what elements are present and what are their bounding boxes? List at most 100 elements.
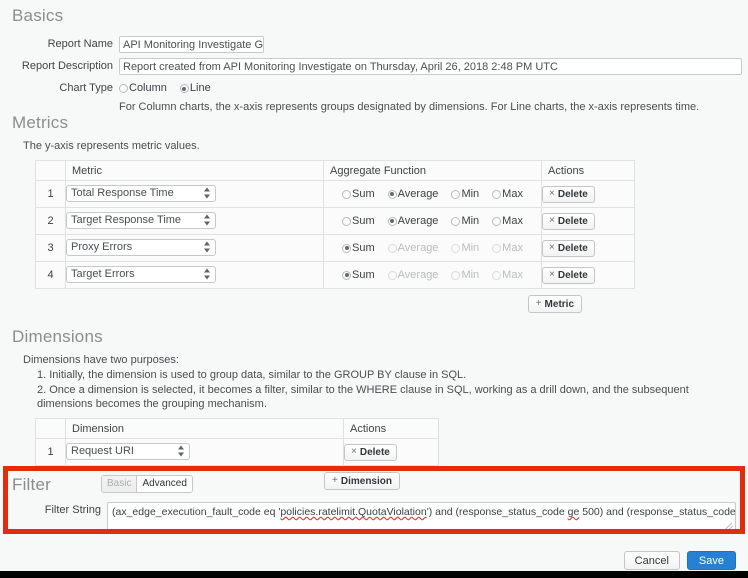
aggregate-option-min-4-label: Min	[461, 267, 479, 284]
chart-type-option-line[interactable]: Line	[180, 80, 220, 97]
radio-icon-average	[388, 271, 397, 280]
aggregate-option-average-1-label: Average	[398, 186, 439, 203]
metrics-row-index: 2	[36, 208, 66, 235]
aggregate-option-max-1-label: Max	[502, 186, 523, 203]
dimensions-table: Dimension Actions 1 Request URI ×	[35, 418, 439, 466]
dimension-select-1[interactable]: Request URI	[66, 443, 190, 460]
table-row: 2 Target Response Time Sum	[36, 208, 635, 235]
delete-metric-button-4[interactable]: × Delete	[542, 267, 595, 284]
radio-icon-sum[interactable]	[342, 190, 351, 199]
metric-select-1[interactable]: Total Response Time	[66, 185, 216, 202]
aggregate-option-min-3: Min	[451, 240, 488, 257]
table-row: 3 Proxy Errors Sum	[36, 235, 635, 262]
filter-string-textarea[interactable]: (ax_edge_execution_fault_code eq 'polici…	[107, 502, 736, 532]
filter-mode-toggle[interactable]: Basic Advanced	[101, 475, 193, 493]
metric-select-1-value: Total Response Time	[67, 186, 215, 201]
save-button[interactable]: Save	[687, 551, 736, 570]
resize-handle-icon[interactable]	[725, 521, 734, 530]
metrics-row-aggregate-cell: Sum Average Min	[324, 208, 542, 235]
aggregate-option-sum-1[interactable]: Sum	[342, 186, 384, 203]
metrics-header-index	[36, 161, 66, 181]
report-description-label: Report Description	[12, 58, 119, 75]
metric-select-4[interactable]: Target Errors	[66, 266, 216, 283]
aggregate-option-min-2[interactable]: Min	[451, 213, 488, 230]
filter-mode-basic[interactable]: Basic	[102, 476, 137, 492]
radio-icon-average	[388, 244, 397, 253]
aggregate-option-average-1[interactable]: Average	[388, 186, 448, 203]
close-icon: ×	[549, 270, 555, 280]
metrics-header-aggregate: Aggregate Function	[324, 161, 542, 181]
delete-dimension-button-1-label: Delete	[360, 447, 390, 458]
radio-icon-line[interactable]	[180, 84, 189, 93]
aggregate-option-min-1[interactable]: Min	[451, 186, 488, 203]
delete-metric-button-4-label: Delete	[558, 270, 588, 281]
radio-icon-max[interactable]	[492, 217, 501, 226]
chart-type-option-column[interactable]: Column	[119, 80, 176, 97]
stepper-arrows-icon[interactable]	[204, 242, 211, 253]
delete-dimension-button-1[interactable]: × Delete	[344, 444, 397, 461]
close-icon: ×	[351, 447, 357, 457]
delete-metric-button-3[interactable]: × Delete	[542, 240, 595, 257]
metrics-row-actions-cell: × Delete	[542, 262, 635, 289]
metrics-row-actions-cell: × Delete	[542, 181, 635, 208]
radio-icon-sum[interactable]	[342, 217, 351, 226]
dimensions-bullet-2: 2. Once a dimension is selected, it beco…	[37, 383, 742, 411]
aggregate-option-max-2[interactable]: Max	[492, 213, 523, 230]
metric-select-2[interactable]: Target Response Time	[66, 212, 216, 229]
radio-icon-min[interactable]	[451, 190, 460, 199]
plus-icon: +	[536, 299, 542, 309]
report-name-input[interactable]: API Monitoring Investigate Generat	[119, 36, 264, 53]
metrics-section: Metrics The y-axis represents metric val…	[12, 113, 742, 313]
filter-mode-advanced[interactable]: Advanced	[137, 476, 191, 492]
chart-type-row: Chart Type Column Line For Column charts…	[12, 80, 742, 114]
aggregate-option-sum-3[interactable]: Sum	[342, 240, 384, 257]
dimensions-intro: Dimensions have two purposes:	[23, 353, 742, 367]
dimensions-header-actions: Actions	[344, 419, 439, 439]
report-description-input[interactable]: Report created from API Monitoring Inves…	[119, 58, 742, 75]
cancel-button[interactable]: Cancel	[624, 551, 680, 570]
radio-icon-average[interactable]	[388, 217, 397, 226]
filter-string-middle: ') and (response_status_code	[427, 506, 568, 518]
add-metric-button[interactable]: + Metric	[528, 295, 582, 313]
metrics-row-metric-cell: Target Errors	[66, 262, 324, 289]
delete-metric-button-1[interactable]: × Delete	[542, 186, 595, 203]
table-row: 1 Request URI × Delete	[36, 439, 439, 466]
aggregate-option-average-3: Average	[388, 240, 448, 257]
aggregate-option-sum-4[interactable]: Sum	[342, 267, 384, 284]
table-row: 4 Target Errors Sum	[36, 262, 635, 289]
aggregate-option-sum-2[interactable]: Sum	[342, 213, 384, 230]
aggregate-option-average-2[interactable]: Average	[388, 213, 448, 230]
delete-metric-button-3-label: Delete	[558, 243, 588, 254]
radio-icon-min[interactable]	[451, 217, 460, 226]
radio-icon-max[interactable]	[492, 190, 501, 199]
aggregate-option-min-1-label: Min	[461, 186, 479, 203]
radio-icon-sum[interactable]	[342, 244, 351, 253]
dimensions-bullet-1: 1. Initially, the dimension is used to g…	[37, 368, 742, 382]
stepper-arrows-icon[interactable]	[204, 269, 211, 280]
aggregate-option-max-1[interactable]: Max	[492, 186, 523, 203]
report-name-row: Report Name API Monitoring Investigate G…	[12, 36, 742, 53]
close-icon: ×	[549, 243, 555, 253]
stepper-arrows-icon[interactable]	[178, 446, 185, 457]
metric-select-3-value: Proxy Errors	[67, 240, 215, 255]
metric-select-3[interactable]: Proxy Errors	[66, 239, 216, 256]
aggregate-radio-group-2: Sum Average Min	[324, 213, 541, 230]
metrics-row-aggregate-cell: Sum Average Min	[324, 235, 542, 262]
radio-icon-average[interactable]	[388, 190, 397, 199]
add-metric-button-label: Metric	[545, 299, 574, 310]
stepper-arrows-icon[interactable]	[204, 188, 211, 199]
metrics-row-index: 1	[36, 181, 66, 208]
radio-icon-column[interactable]	[119, 84, 128, 93]
metrics-row-aggregate-cell: Sum Average Min	[324, 262, 542, 289]
metrics-hint: The y-axis represents metric values.	[23, 139, 742, 153]
add-metric-row: + Metric	[12, 295, 582, 313]
delete-metric-button-2[interactable]: × Delete	[542, 213, 595, 230]
basics-heading: Basics	[12, 6, 742, 26]
radio-icon-sum[interactable]	[342, 271, 351, 280]
metrics-row-metric-cell: Total Response Time	[66, 181, 324, 208]
delete-metric-button-1-label: Delete	[558, 189, 588, 200]
stepper-arrows-icon[interactable]	[204, 215, 211, 226]
aggregate-option-average-4-label: Average	[398, 267, 439, 284]
aggregate-option-average-2-label: Average	[398, 213, 439, 230]
filter-section: Filter Basic Advanced Filter String (ax_…	[12, 475, 742, 537]
